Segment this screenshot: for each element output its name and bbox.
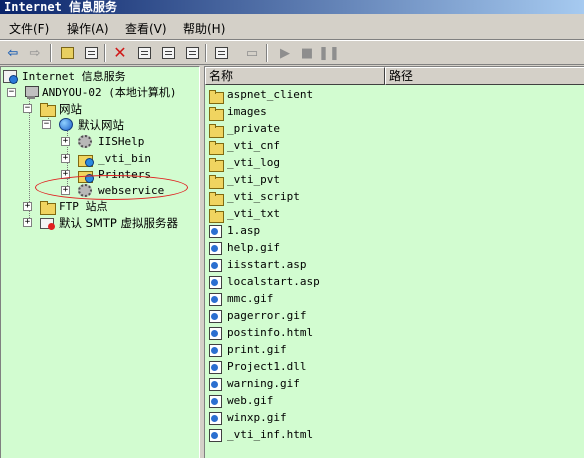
list-pane[interactable]: 名称 路径 aspnet_clientimages _private _vti_cn… bbox=[204, 66, 584, 458]
folder-icon bbox=[209, 174, 224, 189]
toolbar-separator bbox=[266, 44, 268, 62]
tree-node-label: _vti_bin bbox=[98, 152, 151, 165]
list-item-name: aspnet_client bbox=[227, 88, 314, 101]
tree-node-label: ANDYOU-02 (本地计算机) bbox=[42, 86, 177, 99]
tree-node-label: 网站 bbox=[59, 102, 82, 116]
expand-toggle[interactable]: + bbox=[23, 218, 32, 227]
list-item-name: print.gif bbox=[227, 343, 287, 356]
collapse-toggle[interactable]: − bbox=[7, 88, 16, 97]
refresh-icon[interactable] bbox=[159, 44, 177, 62]
website-globe-icon bbox=[59, 118, 73, 131]
list-item-name: _vti_inf.html bbox=[227, 428, 314, 441]
window-title: Internet 信息服务 bbox=[4, 0, 118, 14]
title-bar: Internet 信息服务 bbox=[0, 0, 584, 14]
menu-action[interactable]: 操作(A) bbox=[67, 20, 109, 37]
column-header-name[interactable]: 名称 bbox=[205, 67, 385, 85]
highlight-ellipse bbox=[35, 175, 188, 200]
file-icon bbox=[209, 412, 222, 425]
list-item-name: postinfo.html bbox=[227, 326, 314, 339]
smtp-server-icon bbox=[40, 216, 55, 230]
folder-icon bbox=[209, 106, 224, 121]
menu-view[interactable]: 查看(V) bbox=[125, 20, 167, 37]
iis-icon bbox=[3, 70, 18, 84]
list-item-name: web.gif bbox=[227, 394, 274, 407]
computer-icon[interactable]: ▭ bbox=[243, 44, 261, 62]
folder-icon bbox=[209, 157, 224, 172]
file-icon bbox=[209, 327, 222, 340]
file-icon bbox=[209, 259, 222, 272]
tree-node-label: IISHelp bbox=[98, 135, 145, 148]
folder-icon bbox=[209, 123, 224, 138]
up-folder-icon[interactable] bbox=[58, 44, 76, 62]
show-hide-tree-icon[interactable] bbox=[82, 44, 100, 62]
file-icon bbox=[209, 293, 222, 306]
toolbar-separator bbox=[50, 44, 52, 62]
tree-node-label: 默认网站 bbox=[78, 118, 124, 132]
list-item-name: localstart.asp bbox=[227, 275, 320, 288]
list-item-name: 1.asp bbox=[227, 224, 261, 237]
list-item-name: pagerror.gif bbox=[227, 309, 307, 322]
list-item-name: iisstart.asp bbox=[227, 258, 307, 271]
tree-node-label: FTP 站点 bbox=[59, 200, 108, 213]
list-item-name: _vti_pvt bbox=[227, 173, 280, 186]
folder-icon bbox=[40, 102, 56, 117]
forward-arrow-icon[interactable]: ⇨ bbox=[26, 44, 44, 62]
delete-icon[interactable]: ✕ bbox=[111, 44, 129, 62]
list-item-name: _vti_txt bbox=[227, 207, 280, 220]
file-icon bbox=[209, 361, 222, 374]
list-item-name: winxp.gif bbox=[227, 411, 287, 424]
toolbar-separator bbox=[205, 44, 207, 62]
help-icon[interactable] bbox=[212, 44, 230, 62]
folder-icon bbox=[209, 208, 224, 223]
folder-icon bbox=[209, 140, 224, 155]
tree-node-label: Internet 信息服务 bbox=[22, 70, 126, 83]
file-icon bbox=[209, 344, 222, 357]
file-icon bbox=[209, 378, 222, 391]
expand-toggle[interactable]: + bbox=[23, 202, 32, 211]
expand-toggle[interactable]: + bbox=[61, 137, 70, 146]
list-item-name: _vti_cnf bbox=[227, 139, 280, 152]
back-arrow-icon[interactable]: ⇦ bbox=[4, 44, 22, 62]
menu-bar: 文件(F) 操作(A) 查看(V) 帮助(H) bbox=[0, 16, 584, 40]
file-icon bbox=[209, 242, 222, 255]
list-item-name: images bbox=[227, 105, 267, 118]
list-item-name: warning.gif bbox=[227, 377, 300, 390]
tree-node-label: 默认 SMTP 虚拟服务器 bbox=[59, 216, 178, 230]
virtual-directory-icon bbox=[78, 152, 94, 167]
file-icon bbox=[209, 276, 222, 289]
file-icon bbox=[209, 310, 222, 323]
list-item-name: _vti_script bbox=[227, 190, 300, 203]
collapse-toggle[interactable]: − bbox=[42, 120, 51, 129]
file-icon bbox=[209, 429, 222, 442]
list-item-name: _private bbox=[227, 122, 280, 135]
computer-icon bbox=[24, 86, 39, 99]
folder-icon bbox=[209, 89, 224, 104]
properties-icon[interactable] bbox=[135, 44, 153, 62]
tree-pane[interactable]: Internet 信息服务 − ANDYOU-02 (本地计算机) − 网站 −… bbox=[0, 66, 200, 458]
collapse-toggle[interactable]: − bbox=[23, 104, 32, 113]
file-icon bbox=[209, 395, 222, 408]
column-header-path[interactable]: 路径 bbox=[385, 67, 584, 85]
toolbar: ⇦ ⇨ ✕ ▭ ▶ ■ ❚❚ bbox=[0, 41, 584, 65]
list-item-name: _vti_log bbox=[227, 156, 280, 169]
toolbar-separator bbox=[104, 44, 106, 62]
menu-help[interactable]: 帮助(H) bbox=[183, 20, 225, 37]
folder-icon bbox=[40, 200, 56, 215]
stop-icon[interactable]: ■ bbox=[298, 44, 316, 62]
menu-file[interactable]: 文件(F) bbox=[9, 20, 49, 37]
list-item-name: Project1.dll bbox=[227, 360, 307, 373]
folder-icon bbox=[209, 191, 224, 206]
list-item-name: mmc.gif bbox=[227, 292, 274, 305]
start-icon[interactable]: ▶ bbox=[276, 44, 294, 62]
application-gear-icon bbox=[78, 135, 92, 148]
file-icon bbox=[209, 225, 222, 238]
expand-toggle[interactable]: + bbox=[61, 154, 70, 163]
list-item-name: help.gif bbox=[227, 241, 280, 254]
pause-icon[interactable]: ❚❚ bbox=[318, 44, 340, 62]
export-list-icon[interactable] bbox=[183, 44, 201, 62]
